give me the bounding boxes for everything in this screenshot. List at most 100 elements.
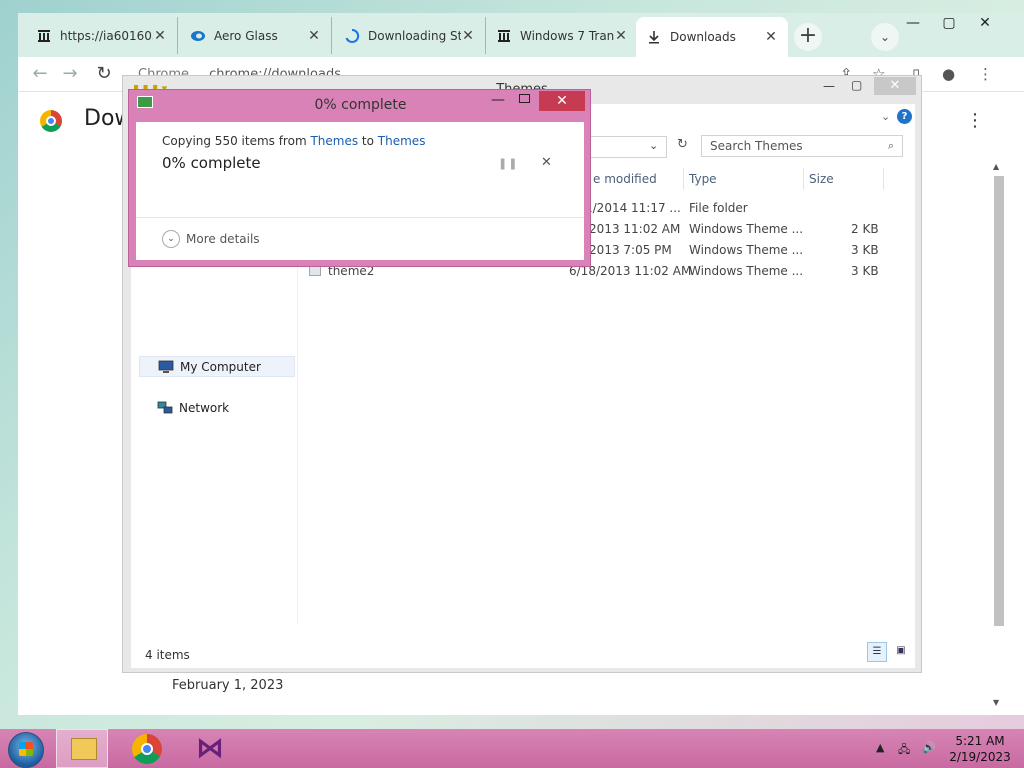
copy-dialog-body: Copying 550 items from Themes to Themes … — [136, 122, 584, 260]
taskbar-chrome[interactable] — [120, 729, 172, 768]
download-icon — [646, 29, 662, 45]
close-window-button[interactable]: ✕ — [966, 15, 1004, 31]
computer-icon — [158, 360, 174, 374]
loading-icon — [344, 28, 360, 44]
copy-description: Copying 550 items from Themes to Themes — [162, 134, 425, 148]
tab-downloads[interactable]: Downloads ✕ — [636, 17, 788, 57]
destination-folder-link[interactable]: Themes — [378, 134, 426, 148]
network-icon — [157, 401, 173, 415]
column-type[interactable]: Type — [689, 172, 717, 186]
explorer-maximize-button[interactable]: ▢ — [851, 78, 862, 92]
taskbar-explorer[interactable] — [56, 729, 108, 768]
forward-button[interactable]: → — [58, 63, 82, 85]
scrollbar-thumb[interactable] — [994, 176, 1004, 626]
chrome-icon — [132, 734, 162, 764]
network-tray-icon[interactable]: 🖧 — [898, 741, 910, 760]
nav-label: My Computer — [180, 360, 261, 374]
file-type: Windows Theme ... — [689, 243, 804, 257]
profile-icon[interactable]: ● — [942, 65, 955, 83]
tab-downloading[interactable]: Downloading Sta ✕ — [334, 17, 486, 54]
copy-maximize-button[interactable] — [519, 94, 530, 103]
tab-title: Windows 7 Tran — [520, 28, 614, 43]
address-dropdown-icon[interactable]: ⌄ — [649, 139, 658, 152]
close-tab-icon[interactable]: ✕ — [153, 28, 167, 44]
aero-glass-icon — [190, 28, 206, 44]
copy-joiner: to — [358, 134, 378, 148]
folder-icon — [71, 738, 97, 760]
date-group-label: February 1, 2023 — [172, 678, 284, 693]
ribbon-expand-icon[interactable]: ⌄ — [881, 110, 890, 123]
cancel-copy-icon[interactable]: ✕ — [541, 155, 552, 170]
column-divider — [683, 168, 684, 190]
column-divider — [883, 168, 884, 190]
details-view-icon[interactable]: ☰ — [867, 642, 887, 662]
source-folder-link[interactable]: Themes — [310, 134, 358, 148]
divider — [136, 217, 584, 218]
more-details-link[interactable]: More details — [186, 232, 260, 246]
search-input[interactable]: Search Themes ⌕ — [701, 135, 903, 157]
copy-minimize-button[interactable]: — — [491, 92, 505, 108]
file-type: File folder — [689, 201, 748, 215]
explorer-close-button[interactable]: ✕ — [874, 77, 916, 95]
clock-time: 5:21 AM — [955, 734, 1005, 748]
start-button[interactable] — [8, 732, 44, 768]
archive-icon — [496, 28, 512, 44]
file-modified: /2013 11:02 AM — [585, 222, 681, 236]
chrome-logo-icon — [40, 110, 62, 132]
visual-studio-icon: ⋈ — [196, 731, 224, 764]
column-date-modified[interactable]: e modified — [593, 172, 657, 186]
clock-date: 2/19/2023 — [949, 750, 1011, 764]
taskbar: ⋈ ▲ 🖧 🔊 5:21 AM 2/19/2023 — [0, 729, 1024, 768]
search-icon: ⌕ — [887, 139, 894, 152]
menu-icon[interactable]: ⋮ — [978, 65, 993, 83]
explorer-minimize-button[interactable]: — — [823, 79, 835, 93]
file-modified: /2013 7:05 PM — [585, 243, 672, 257]
scroll-down-arrow[interactable]: ▼ — [993, 698, 999, 707]
file-modified: 1/2014 11:17 ... — [585, 201, 681, 215]
scroll-up-arrow[interactable]: ▲ — [993, 162, 999, 171]
tab-title: Aero Glass — [214, 28, 278, 43]
tab-title: Downloading Sta — [368, 28, 461, 43]
column-size[interactable]: Size — [809, 172, 834, 186]
file-type: Windows Theme ... — [689, 264, 804, 278]
large-icons-view-icon[interactable]: ▣ — [891, 642, 911, 662]
nav-item-my-computer[interactable]: My Computer — [139, 356, 295, 377]
nav-item-network[interactable]: Network — [139, 398, 295, 419]
copy-close-button[interactable]: ✕ — [539, 91, 585, 111]
column-divider — [803, 168, 804, 190]
file-size: 2 KB — [851, 222, 879, 236]
archive-icon — [36, 28, 52, 44]
more-actions-icon[interactable]: ⋮ — [966, 110, 984, 131]
pause-icon[interactable]: ❚❚ — [498, 157, 518, 170]
file-type: Windows Theme ... — [689, 222, 804, 236]
volume-icon[interactable]: 🔊 — [922, 741, 936, 754]
chevron-down-icon[interactable]: ⌄ — [162, 230, 180, 248]
copy-progress-text: 0% complete — [162, 154, 261, 172]
help-icon[interactable]: ? — [897, 109, 912, 124]
back-button[interactable]: ← — [28, 63, 52, 85]
theme-file-icon — [309, 266, 321, 276]
taskbar-visual-studio[interactable]: ⋈ — [184, 729, 236, 768]
refresh-icon[interactable]: ↻ — [677, 137, 688, 152]
tab-archive-1[interactable]: https://ia601603 ✕ — [26, 17, 178, 54]
tab-title: Downloads — [670, 30, 736, 44]
close-tab-icon[interactable]: ✕ — [764, 29, 778, 45]
tab-aero-glass[interactable]: Aero Glass ✕ — [180, 17, 332, 54]
close-tab-icon[interactable]: ✕ — [307, 28, 321, 44]
close-tab-icon[interactable]: ✕ — [614, 28, 628, 44]
minimize-button[interactable]: — — [894, 15, 932, 31]
new-tab-button[interactable]: + — [794, 23, 822, 51]
copy-prefix: Copying 550 items from — [162, 134, 311, 148]
tab-strip: https://ia601603 ✕ Aero Glass ✕ Download… — [18, 13, 1024, 57]
tab-archive-2[interactable]: Windows 7 Tran ✕ — [486, 17, 638, 54]
nav-label: Network — [179, 401, 230, 415]
reload-button[interactable]: ↻ — [92, 63, 116, 85]
copy-progress-dialog: 0% complete — ✕ Copying 550 items from T… — [128, 89, 591, 267]
status-bar-count: 4 items — [145, 648, 190, 662]
close-tab-icon[interactable]: ✕ — [461, 28, 475, 44]
maximize-button[interactable]: ▢ — [930, 15, 968, 31]
show-hidden-icons[interactable]: ▲ — [876, 741, 884, 754]
system-clock[interactable]: 5:21 AM 2/19/2023 — [946, 733, 1014, 765]
file-size: 3 KB — [851, 264, 879, 278]
file-size: 3 KB — [851, 243, 879, 257]
